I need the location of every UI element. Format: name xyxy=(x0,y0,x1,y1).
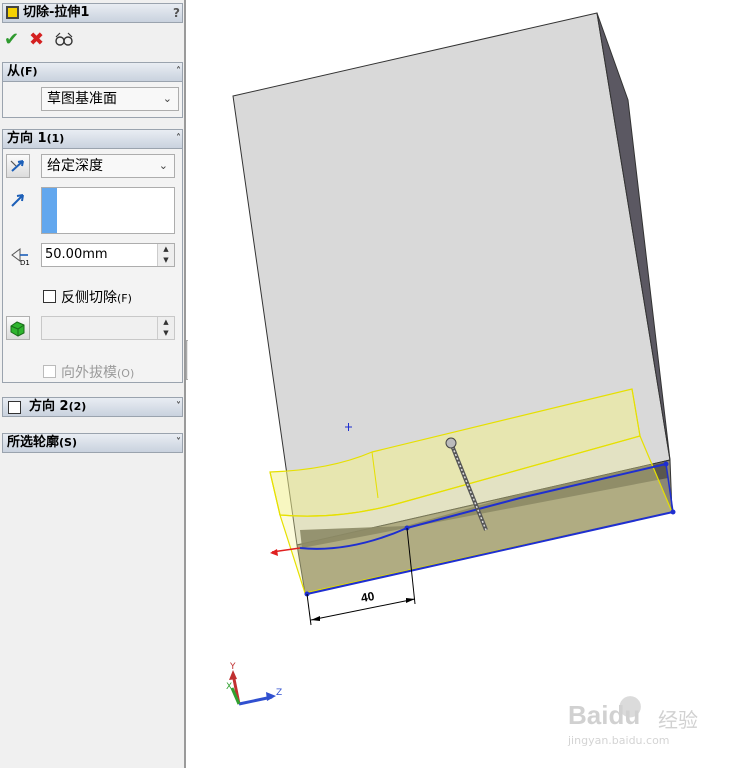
detailed-preview-icon[interactable] xyxy=(54,31,74,47)
direction1-section-header[interactable]: 方向 1(1) ˄ xyxy=(2,129,183,149)
watermark: ● Baidu 经验 jingyan.baidu.com xyxy=(568,688,738,750)
direction2-checkbox[interactable] xyxy=(8,401,21,414)
flip-side-label: 反侧切除(F) xyxy=(61,290,132,306)
selected-contours-label: 所选轮廓 xyxy=(7,435,60,450)
spin-up-icon[interactable]: ▲ xyxy=(158,244,174,255)
expand-chevron-icon[interactable]: ˅ xyxy=(176,434,181,452)
direction1-section: 给定深度 ⌄ D1 50.00mm ▲ ▼ 反侧切除(F) ▲ ▼ 向外拔模(O… xyxy=(2,149,183,383)
draft-outward-checkbox[interactable] xyxy=(43,365,56,378)
from-section-header[interactable]: 从(F) ˄ xyxy=(2,62,183,82)
sketch-point xyxy=(670,509,676,515)
from-label: 从 xyxy=(7,64,21,79)
direction-arrow-icon xyxy=(9,191,27,213)
ok-check-icon[interactable]: ✔ xyxy=(4,29,19,50)
draft-button[interactable] xyxy=(6,316,30,340)
depth-spinner[interactable]: ▲ ▼ xyxy=(157,244,174,266)
model-viewport[interactable] xyxy=(188,0,743,768)
dimension-extension xyxy=(306,593,312,626)
draft-angle-input[interactable]: ▲ ▼ xyxy=(41,316,175,340)
end-condition-selected: 给定深度 xyxy=(47,158,103,174)
selected-contours-header[interactable]: 所选轮廓(S) ˅ xyxy=(2,433,183,453)
dimension-label[interactable]: 40 xyxy=(360,589,376,605)
collapse-chevron-icon[interactable]: ˄ xyxy=(176,63,181,81)
feature-title-bar: 切除-拉伸1 ? xyxy=(2,3,183,23)
from-section: 草图基准面 ⌄ xyxy=(2,82,183,118)
draft-spinner[interactable]: ▲ ▼ xyxy=(157,317,174,339)
flip-side-checkbox[interactable] xyxy=(43,290,56,303)
graphics-area[interactable]: 40 Y X Z ● Baidu 经验 jingyan.baidu.com xyxy=(188,0,743,768)
sketch-point xyxy=(663,461,669,467)
chevron-down-icon: ⌄ xyxy=(162,92,172,105)
depth-value: 50.00mm xyxy=(45,247,108,262)
collapse-chevron-icon[interactable]: ˄ xyxy=(176,130,181,148)
watermark-brand: Baidu xyxy=(568,700,641,730)
property-manager: 切除-拉伸1 ? ✔ ✖ 从(F) ˄ 草图基准面 ⌄ 方向 1(1) ˄ 给定… xyxy=(0,0,186,768)
help-button[interactable]: ? xyxy=(173,4,180,22)
watermark-url: jingyan.baidu.com xyxy=(568,734,670,747)
chevron-down-icon: ⌄ xyxy=(158,159,168,172)
reverse-direction-button[interactable] xyxy=(6,154,30,178)
from-selected: 草图基准面 xyxy=(47,91,117,107)
triad-x-label: X xyxy=(226,682,233,692)
spin-up-icon[interactable]: ▲ xyxy=(158,317,174,328)
direction1-key: (1) xyxy=(46,132,65,145)
expand-chevron-icon[interactable]: ˅ xyxy=(176,398,181,416)
draft-outward-label: 向外拔模(O) xyxy=(61,365,135,381)
selection-color-strip xyxy=(42,188,57,233)
depth-input[interactable]: 50.00mm ▲ ▼ xyxy=(41,243,175,267)
feature-title: 切除-拉伸1 xyxy=(23,5,90,20)
watermark-suffix: 经验 xyxy=(658,708,698,732)
spin-down-icon[interactable]: ▼ xyxy=(158,328,174,339)
svg-text:D1: D1 xyxy=(20,259,30,267)
depth-drag-handle xyxy=(445,437,457,449)
direction1-label: 方向 1 xyxy=(7,131,47,146)
direction-selection-box[interactable] xyxy=(41,187,175,234)
spin-down-icon[interactable]: ▼ xyxy=(158,255,174,266)
triad-y-label: Y xyxy=(230,662,236,672)
feature-icon xyxy=(6,6,19,19)
from-key: (F) xyxy=(20,65,38,78)
cancel-x-icon[interactable]: ✖ xyxy=(29,29,44,50)
triad-z-label: Z xyxy=(276,688,283,698)
direction2-key: (2) xyxy=(68,400,87,413)
selected-contours-key: (S) xyxy=(59,436,77,449)
depth-icon: D1 xyxy=(8,245,34,271)
from-combo[interactable]: 草图基准面 ⌄ xyxy=(41,87,179,111)
end-condition-combo[interactable]: 给定深度 ⌄ xyxy=(41,154,175,178)
direction2-label: 方向 2 xyxy=(29,399,69,414)
direction2-section-header[interactable]: 方向 2(2) ˅ xyxy=(2,397,183,417)
